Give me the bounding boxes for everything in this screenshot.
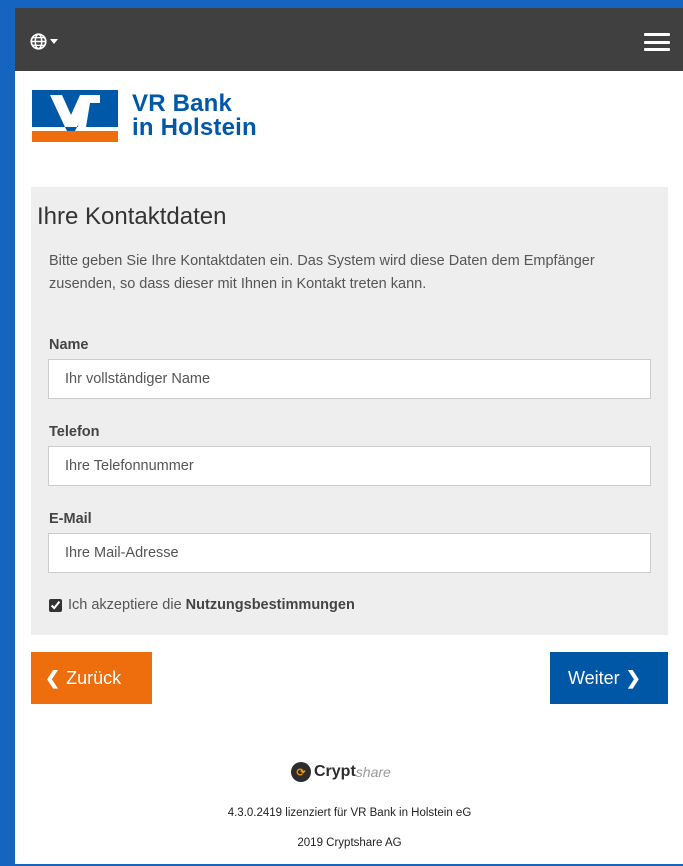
caret-down-icon bbox=[50, 38, 58, 44]
phone-label: Telefon bbox=[49, 424, 100, 440]
terms-row: Ich akzeptiere die Nutzungsbestimmungen bbox=[49, 597, 355, 613]
language-selector[interactable] bbox=[30, 32, 66, 50]
globe-icon bbox=[30, 32, 47, 50]
terms-link[interactable]: Nutzungsbestimmungen bbox=[186, 597, 355, 613]
brand-name-line1: VR Bank bbox=[132, 90, 233, 117]
chevron-right-icon: ❯ bbox=[625, 667, 641, 688]
phone-input[interactable] bbox=[48, 446, 651, 486]
page-title: Ihre Kontaktdaten bbox=[37, 203, 227, 230]
cryptshare-logo-italic: share bbox=[355, 764, 391, 780]
email-input[interactable] bbox=[48, 533, 651, 573]
next-button-label: Weiter bbox=[568, 667, 620, 688]
contact-form-panel: Ihre Kontaktdaten Bitte geben Sie Ihre K… bbox=[31, 187, 668, 635]
license-text: 4.3.0.2419 lizenziert für VR Bank in Hol… bbox=[227, 807, 472, 819]
back-button[interactable]: ❮ Zurück bbox=[31, 652, 152, 704]
hamburger-menu-icon[interactable] bbox=[644, 33, 670, 51]
name-input[interactable] bbox=[48, 359, 651, 399]
terms-label: Ich akzeptiere die bbox=[68, 597, 182, 613]
cryptshare-logo-icon: ⟳ bbox=[291, 762, 311, 782]
volksbank-logo-mark bbox=[32, 90, 118, 142]
intro-text: Bitte geben Sie Ihre Kontaktdaten ein. D… bbox=[49, 253, 595, 292]
copyright-text: 2019 Cryptshare AG bbox=[297, 837, 402, 849]
cryptshare-logo-bold: Crypt bbox=[314, 763, 356, 780]
top-navigation-bar bbox=[15, 8, 683, 71]
brand-name: VR Bank in Holstein bbox=[132, 92, 257, 140]
next-button[interactable]: Weiter ❯ bbox=[550, 652, 668, 704]
cryptshare-logo: ⟳ Crypt share bbox=[291, 762, 391, 782]
brand-logo: VR Bank in Holstein bbox=[32, 90, 257, 142]
brand-name-line2: in Holstein bbox=[132, 114, 257, 141]
terms-checkbox[interactable] bbox=[49, 598, 62, 612]
back-button-label: Zurück bbox=[66, 667, 122, 688]
email-label: E-Mail bbox=[49, 511, 92, 527]
app-window: VR Bank in Holstein Ihre Kontaktdaten Bi… bbox=[15, 8, 683, 864]
chevron-left-icon: ❮ bbox=[45, 667, 61, 688]
name-label: Name bbox=[49, 337, 89, 353]
